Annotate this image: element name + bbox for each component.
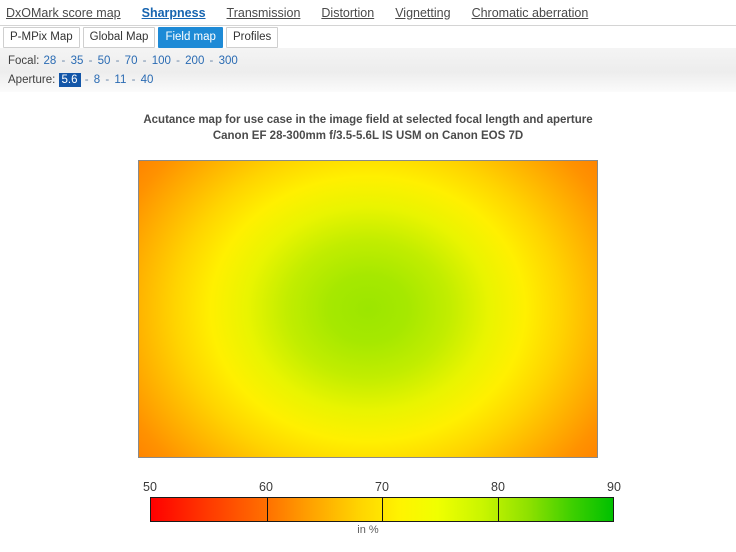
colorbar-gradient — [150, 497, 614, 522]
parameter-panel: Focal: 28 - 35 - 50 - 70 - 100 - 200 - 3… — [0, 48, 736, 92]
nav-link-vignetting[interactable]: Vignetting — [395, 6, 450, 20]
subtab-p-mpix-map[interactable]: P-MPix Map — [3, 27, 80, 48]
focal-separator: - — [142, 55, 147, 67]
subtab-global-map[interactable]: Global Map — [82, 27, 156, 48]
aperture-label: Aperture: — [8, 74, 56, 86]
colorbar-tick-50: 50 — [143, 480, 157, 494]
aperture-separator: - — [131, 74, 136, 86]
focal-option-70[interactable]: 70 — [124, 55, 139, 67]
nav-link-distortion[interactable]: Distortion — [321, 6, 374, 20]
acutance-field-map — [138, 160, 598, 458]
nav-link-chromatic-aberration[interactable]: Chromatic aberration — [472, 6, 589, 20]
colorbar-tick-90: 90 — [607, 480, 621, 494]
colorbar-divider-60 — [266, 498, 268, 521]
colorbar-divider-70 — [382, 498, 383, 521]
colorbar-divider-80 — [497, 498, 499, 521]
focal-separator: - — [61, 55, 66, 67]
chart-title: Acutance map for use case in the image f… — [0, 112, 736, 144]
focal-option-35[interactable]: 35 — [70, 55, 85, 67]
nav-link-dxomark-score-map[interactable]: DxOMark score map — [6, 6, 121, 20]
focal-separator: - — [209, 55, 214, 67]
nav-link-sharpness[interactable]: Sharpness — [142, 6, 206, 20]
focal-row: Focal: 28 - 35 - 50 - 70 - 100 - 200 - 3… — [8, 52, 736, 71]
aperture-separator: - — [84, 74, 89, 86]
aperture-option-5-6[interactable]: 5.6 — [58, 73, 81, 87]
nav-link-transmission[interactable]: Transmission — [227, 6, 301, 20]
focal-option-200[interactable]: 200 — [184, 55, 205, 67]
focal-option-100[interactable]: 100 — [151, 55, 172, 67]
focal-separator: - — [176, 55, 180, 67]
focal-label: Focal: — [8, 55, 40, 67]
focal-option-300[interactable]: 300 — [218, 55, 239, 67]
colorbar-legend: 50 60 70 80 90 — [143, 480, 621, 522]
top-navigation: DxOMark score map Sharpness Transmission… — [0, 0, 736, 26]
focal-option-28[interactable]: 28 — [43, 55, 58, 67]
aperture-option-40[interactable]: 40 — [140, 74, 155, 86]
focal-option-50[interactable]: 50 — [97, 55, 112, 67]
focal-separator: - — [88, 55, 93, 67]
aperture-option-11[interactable]: 11 — [113, 74, 127, 86]
colorbar-unit-label: in % — [357, 524, 379, 536]
colorbar-tick-70: 70 — [375, 480, 389, 494]
aperture-option-8[interactable]: 8 — [93, 74, 101, 86]
aperture-separator: - — [105, 74, 110, 86]
aperture-row: Aperture: 5.6 - 8 - 11 - 40 — [8, 71, 736, 90]
colorbar-tick-60: 60 — [259, 480, 273, 494]
colorbar-tick-80: 80 — [491, 480, 505, 494]
colorbar-tick-labels: 50 60 70 80 90 — [143, 480, 621, 497]
focal-separator: - — [115, 55, 120, 67]
subtab-bar: P-MPix Map Global Map Field map Profiles — [0, 27, 736, 48]
chart-title-line-2: Canon EF 28-300mm f/3.5-5.6L IS USM on C… — [212, 130, 524, 142]
chart-title-line-1: Acutance map for use case in the image f… — [143, 114, 593, 126]
subtab-field-map[interactable]: Field map — [158, 27, 223, 48]
subtab-profiles[interactable]: Profiles — [225, 27, 279, 48]
